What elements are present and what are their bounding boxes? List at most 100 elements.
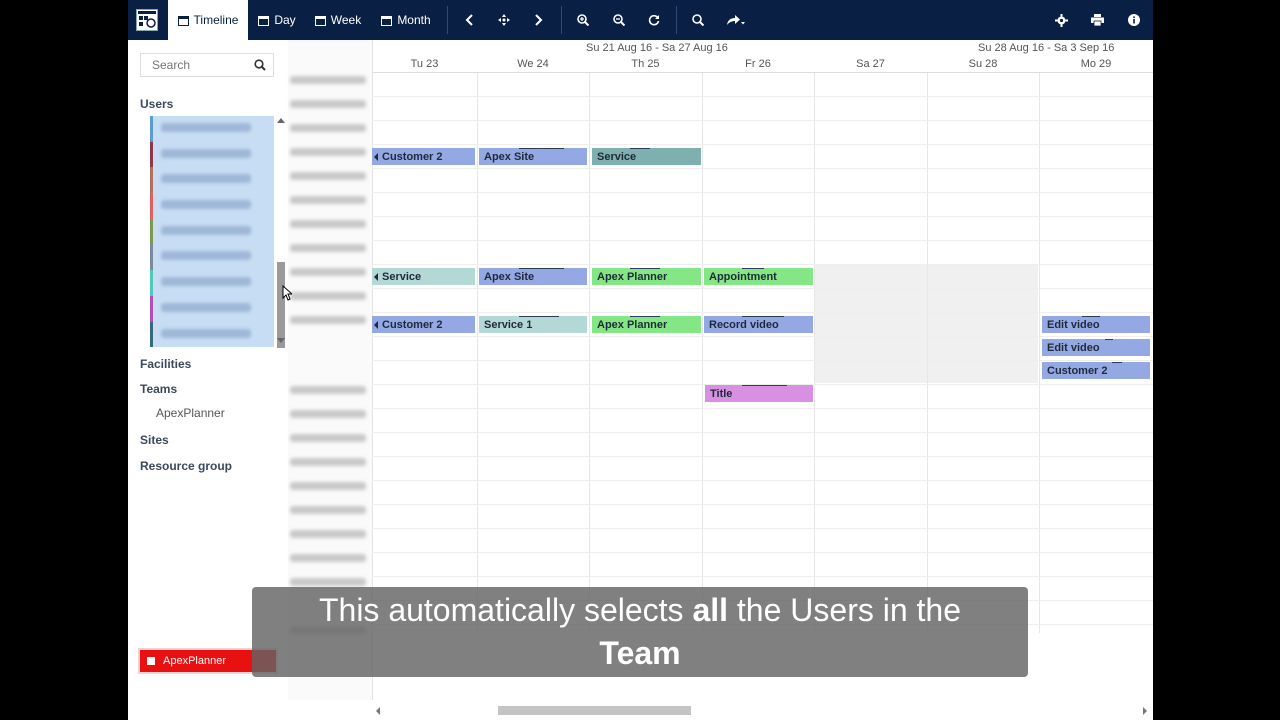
zoom-out-button[interactable] [608,0,630,40]
calendar-icon [314,15,326,26]
previous-button[interactable] [458,0,480,40]
event-label: Service [382,270,422,283]
continued-left-icon [374,152,378,161]
event-customer-2[interactable]: Customer 2 [372,148,475,165]
day-header: Th 25 [631,58,660,70]
event-service-1[interactable]: Service 1 [479,316,587,333]
week-view-button[interactable]: Week [312,0,364,40]
scroll-down-arrow[interactable] [277,338,285,343]
search-input[interactable] [150,54,254,76]
row-gridline [372,288,1153,289]
row-gridline [372,480,1153,481]
day-view-button[interactable]: Day [254,0,300,40]
day-header: Tu 23 [410,58,439,70]
continued-left-icon [374,272,378,281]
print-button[interactable] [1086,0,1108,40]
search-icon[interactable] [254,59,266,71]
event-edit-video[interactable]: Edit video [1042,339,1150,356]
user-name-blurred [161,200,251,210]
facilities-section-title[interactable]: Facilities [140,357,191,371]
search-button[interactable] [687,0,709,40]
crosshair-icon [498,14,510,26]
event-edit-video[interactable]: Edit video [1042,316,1150,333]
event-progress-bar [519,268,564,269]
event-customer-2[interactable]: Customer 2 [1042,362,1150,379]
user-row[interactable] [150,218,274,245]
month-view-button[interactable]: Month [378,0,434,40]
share-button[interactable] [722,0,750,40]
users-scrollbar-thumb[interactable] [277,262,285,348]
row-gridline [372,528,1153,529]
caption-bold-2: Team [599,635,681,671]
resource-name-blurred [290,458,366,466]
event-progress-bar [630,316,660,317]
day-gridline [927,73,928,633]
row-gridline [372,432,1153,433]
event-label: Edit video [1047,341,1100,354]
day-gridline [589,73,590,633]
sites-section-title[interactable]: Sites [140,433,169,447]
user-row[interactable] [150,295,274,322]
team-item-apexplanner[interactable]: ApexPlanner [156,406,225,420]
user-row[interactable] [150,244,274,271]
footer-label: ApexPlanner [163,655,226,667]
chevron-left-icon [465,14,473,26]
event-appointment[interactable]: Appointment [704,268,813,285]
user-row[interactable] [150,193,274,219]
scroll-left-arrow[interactable] [376,707,380,715]
user-name-blurred [161,302,251,312]
event-service[interactable]: Service [592,148,701,165]
event-apex-site[interactable]: Apex Site [479,268,587,285]
toolbar-divider [447,6,448,34]
event-record-video[interactable]: Record video [704,316,813,333]
row-gridline [372,504,1153,505]
resource-name-blurred [290,148,366,156]
event-label: Apex Planner [597,270,668,283]
zoom-in-button[interactable] [572,0,594,40]
day-label: Day [274,13,296,27]
app-icon [147,657,155,665]
day-header: Mo 29 [1080,58,1112,70]
row-gridline [372,144,1153,145]
event-customer-2[interactable]: Customer 2 [372,316,475,333]
day-header: Su 28 [968,58,998,70]
info-button[interactable] [1123,0,1145,40]
video-caption: This automatically selects all the Users… [252,587,1028,677]
event-progress-bar [742,385,787,386]
next-button[interactable] [528,0,550,40]
caption-bold-1: all [692,592,729,628]
event-apex-planner[interactable]: Apex Planner [592,268,701,285]
non-working-time [814,265,1038,383]
user-row[interactable] [150,321,274,348]
event-title[interactable]: Title [705,385,813,402]
month-label: Month [397,13,431,27]
user-row[interactable] [150,270,274,296]
settings-button[interactable] [1050,0,1072,40]
scroll-right-arrow[interactable] [1143,707,1147,715]
caption-text-1: This automatically selects [318,592,693,628]
event-service[interactable]: Service [372,268,475,285]
event-progress-bar [742,316,784,317]
horizontal-scrollbar-thumb[interactable] [498,706,691,715]
user-row[interactable] [150,167,274,194]
resource-group-section-title[interactable]: Resource group [140,459,232,473]
event-progress-bar [1112,362,1122,363]
app-window: Timeline Day Week Month Search Users Fac… [128,0,1153,720]
event-progress-bar [519,148,564,149]
scroll-up-arrow[interactable] [277,118,285,123]
refresh-button[interactable] [643,0,665,40]
today-button[interactable] [492,0,516,40]
resource-name-blurred [290,76,366,84]
user-row[interactable] [150,116,274,142]
users-section-title[interactable]: Users [140,97,173,111]
event-apex-planner[interactable]: Apex Planner [592,316,701,333]
user-row[interactable] [150,141,274,168]
event-label: Service 1 [484,318,533,331]
timeline-view-button[interactable]: Timeline [168,0,248,40]
resource-name-blurred [290,482,366,490]
event-apex-site[interactable]: Apex Site [479,148,587,165]
chevron-right-icon [535,14,543,26]
continued-left-icon [374,320,378,329]
search-icon [692,14,704,26]
teams-section-title[interactable]: Teams [140,382,177,396]
